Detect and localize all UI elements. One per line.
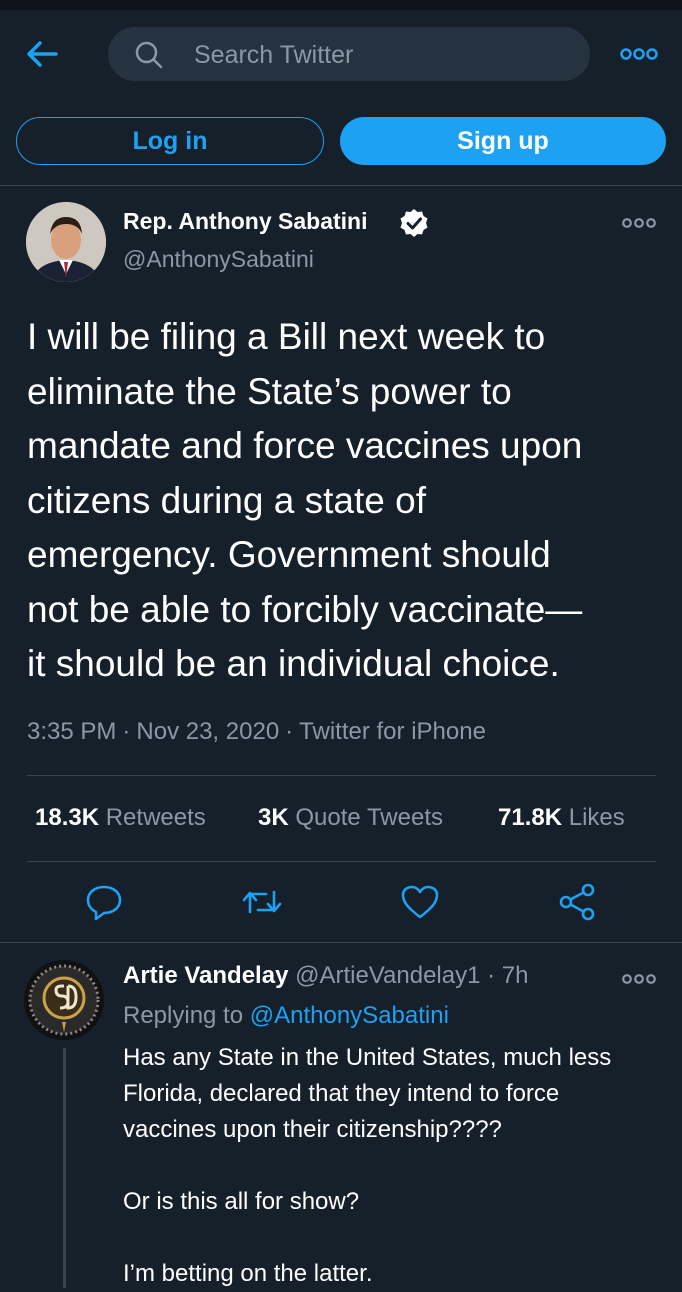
reply-time[interactable]: 7h xyxy=(502,962,529,989)
top-bar xyxy=(0,10,682,98)
tweet-time[interactable]: 3:35 PM xyxy=(27,718,116,745)
reply-author-avatar[interactable] xyxy=(24,960,104,1040)
header-divider xyxy=(0,185,682,186)
reply-text: Has any State in the United States, much… xyxy=(123,1040,653,1292)
stats-divider xyxy=(27,861,656,862)
tweet-text: I will be filing a Bill next week to eli… xyxy=(27,316,583,684)
more-icon xyxy=(622,218,656,228)
search-icon xyxy=(135,41,163,69)
author-name[interactable]: Rep. Anthony Sabatini xyxy=(123,208,368,235)
reply-line: I’m betting on the latter. xyxy=(123,1260,373,1287)
tweet-date[interactable]: Nov 23, 2020 xyxy=(136,718,279,745)
reply-header: Artie Vandelay @ArtieVandelay1 · 7h xyxy=(123,962,529,990)
quote-tweets-label: Quote Tweets xyxy=(295,804,444,831)
status-strip xyxy=(0,0,682,10)
like-button[interactable] xyxy=(398,882,442,922)
back-arrow-icon xyxy=(27,41,58,67)
search-input[interactable] xyxy=(192,33,576,77)
share-button[interactable] xyxy=(556,882,600,922)
retweets-stat[interactable]: 18.3K Retweets xyxy=(35,804,206,836)
retweet-button[interactable] xyxy=(240,882,284,922)
reply-author-name[interactable]: Artie Vandelay xyxy=(123,962,288,989)
quote-tweets-count: 3K xyxy=(258,804,289,831)
back-button[interactable] xyxy=(22,36,62,72)
likes-label: Likes xyxy=(568,804,625,831)
author-avatar[interactable] xyxy=(26,202,106,282)
verified-icon xyxy=(400,209,428,237)
reply-dot: · xyxy=(487,962,496,989)
tweet-meta: 3:35 PM · Nov 23, 2020 · Twitter for iPhone xyxy=(27,718,486,745)
thread-line xyxy=(63,1048,66,1288)
reply-author-handle[interactable]: @ArtieVandelay1 xyxy=(295,962,480,989)
reply-more-button[interactable] xyxy=(622,972,656,986)
more-options-button[interactable] xyxy=(620,46,658,62)
reply-button[interactable] xyxy=(82,882,126,922)
replying-to: Replying to @AnthonySabatini xyxy=(123,1002,449,1030)
reply-avatar-image xyxy=(24,960,104,1040)
reply-line: Has any State in the United States, much… xyxy=(123,1044,612,1143)
share-icon xyxy=(559,883,595,921)
author-handle[interactable]: @AnthonySabatini xyxy=(123,246,314,273)
more-icon xyxy=(622,974,656,984)
login-button[interactable]: Log in xyxy=(16,117,324,165)
search-bar[interactable] xyxy=(108,27,590,81)
author-avatar-image xyxy=(26,202,106,282)
like-icon xyxy=(401,885,439,919)
signup-button[interactable]: Sign up xyxy=(340,117,666,165)
actions-divider xyxy=(0,942,682,943)
reply-line: Or is this all for show? xyxy=(123,1188,360,1215)
replying-to-link[interactable]: @AnthonySabatini xyxy=(250,1002,449,1029)
reply-icon xyxy=(86,885,122,921)
retweet-icon xyxy=(242,890,282,914)
retweets-label: Retweets xyxy=(105,804,206,831)
likes-stat[interactable]: 71.8K Likes xyxy=(498,804,625,836)
more-icon xyxy=(620,48,658,60)
meta-divider xyxy=(27,775,656,776)
retweets-count: 18.3K xyxy=(35,804,100,831)
quote-tweets-stat[interactable]: 3K Quote Tweets xyxy=(258,804,443,836)
tweet-more-button[interactable] xyxy=(622,216,656,230)
replying-prefix: Replying to xyxy=(123,1002,244,1029)
likes-count: 71.8K xyxy=(498,804,563,831)
tweet-source[interactable]: Twitter for iPhone xyxy=(299,718,486,745)
